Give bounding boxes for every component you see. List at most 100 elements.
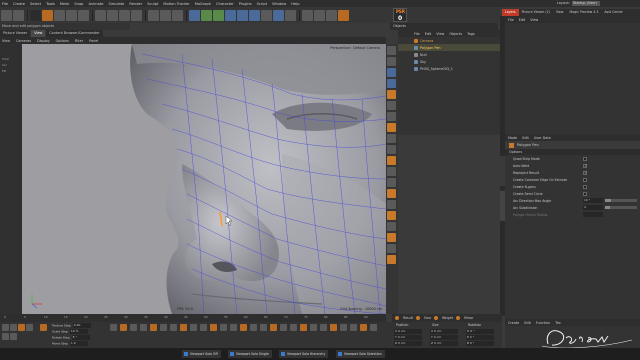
size-z-field[interactable]: Z 0 cm [430,341,458,346]
preset-icon-15[interactable] [250,324,257,331]
plugin-icon-9[interactable] [387,222,396,231]
preset-icon-12[interactable] [220,324,227,331]
om-menu-file[interactable]: File [414,32,420,36]
position-x-field[interactable]: X 0 cm [394,329,422,334]
tool-preset-icon[interactable] [40,324,47,331]
axis-mode-icon[interactable] [387,112,396,121]
preset-icon-27[interactable] [370,324,377,331]
cube-icon[interactable] [189,9,200,21]
coordinate-system-icon[interactable] [131,9,142,21]
menu-plugins[interactable]: Plugins [239,2,252,6]
rotation-b-field[interactable]: B 0 ° [466,341,494,346]
texture-mode-icon[interactable] [387,57,396,66]
edges-mode-icon[interactable] [387,79,396,88]
option-create-semi-circle[interactable]: Create Semi Circle [505,190,640,197]
viewport-menu-panel[interactable]: Panel [89,39,98,43]
viewport-solo-selection-button[interactable]: Viewport Solo Selection [336,350,385,358]
uv-mode-icon[interactable] [387,101,396,110]
layers-menu-view[interactable]: View [530,18,538,22]
viewport-menu-display[interactable]: Display [37,39,50,43]
preset-icon-1[interactable] [110,324,117,331]
mirror-toggle[interactable]: Mirror [464,316,473,320]
tab-layers[interactable]: Layers [502,9,519,16]
auto-weld-checkbox[interactable] [583,163,587,168]
plugin-icon-12[interactable] [387,255,396,264]
recent-tool-icon[interactable] [78,9,89,21]
texture-step-field[interactable]: Texture Step 0.00 [52,323,91,328]
menu-tools[interactable]: Tools [46,2,55,6]
quad-strip-checkbox[interactable] [583,156,587,161]
preset-icon-2[interactable] [120,324,127,331]
arc-direction-field[interactable]: 10 ° [583,198,603,203]
subdivision-surface-icon[interactable] [201,9,212,21]
semi-circle-checkbox[interactable] [583,191,587,196]
plugin-icon-5[interactable] [387,178,396,187]
menu-window[interactable]: Window [272,2,286,6]
am-menu-edit[interactable]: Edit [522,136,529,140]
om-menu-tags[interactable]: Tags [467,32,475,36]
preset-icon-16[interactable] [260,324,267,331]
option-quad-strip-mode[interactable]: Quad Strip Mode [505,155,640,162]
arc-subdivision-slider[interactable] [605,206,637,209]
size-x-field[interactable]: X 0 cm [430,329,458,334]
option-reproject-result[interactable]: Reproject Result [505,169,640,176]
spline-icon[interactable] [225,9,236,21]
light-icon[interactable] [285,9,296,21]
viewport-solo-off-button[interactable]: Viewport Solo Off [182,350,221,358]
move-step-value[interactable]: 1.0 [69,341,88,346]
cameron-edge-checkbox[interactable] [583,177,587,182]
layers-menu-file[interactable]: File [508,18,514,22]
tab-content-browser[interactable]: Content Browser/Commander [46,30,103,37]
preset-icon-3[interactable] [130,324,137,331]
layout-dropdown[interactable]: Startup (User) [572,0,600,6]
ngons-checkbox[interactable] [583,184,587,189]
menu-help[interactable]: Help [291,2,299,6]
preset-icon-24[interactable] [340,324,347,331]
lock-workplane-icon[interactable] [387,145,396,154]
menu-simulate[interactable]: Simulate [109,2,125,6]
3d-viewport[interactable]: Perspective : Default Camera FPS: 50.0 G… [22,44,386,314]
viewport-solo-single-button[interactable]: Viewport Solo Single [228,350,272,358]
move-icon[interactable] [42,9,53,21]
preset-icon-18[interactable] [280,324,287,331]
scale-step-field[interactable]: Scale Step 10 % [52,329,88,334]
weight-toggle[interactable]: Weight [442,316,453,320]
om-menu-view[interactable]: View [436,32,444,36]
plugin-icon-2[interactable] [314,9,325,21]
object-row-null[interactable]: Null [398,51,500,58]
preset-icon-19[interactable] [290,324,297,331]
tab-magic-preview[interactable]: Magic Preview 4.3 [566,9,601,16]
om-menu-edit[interactable]: Edit [425,32,432,36]
polygons-mode-icon[interactable] [387,90,396,99]
result-toggle[interactable]: Result [403,316,413,320]
viewport-menu-filter[interactable]: Filter [75,39,83,43]
menu-select[interactable]: Select [30,2,41,6]
preset-icon-6[interactable] [160,324,167,331]
rotate-step-field[interactable]: Rotate Step 5 ° [52,335,90,340]
menu-snap[interactable]: Snap [74,2,83,6]
viewport-menu-view[interactable]: View [2,39,10,43]
plugin-icon-8[interactable] [387,211,396,220]
mm-menu-edit[interactable]: Edit [524,321,531,325]
object-row-sphere[interactable]: PHSS_Sphere003_1 [398,65,500,72]
render-view-icon[interactable] [148,9,159,21]
am-menu-user-data[interactable]: User Data [534,136,551,140]
next-frame-icon[interactable] [26,324,33,331]
option-arc-direction[interactable]: Arc Direction Max Angle 10 ° [505,197,640,204]
menu-file[interactable]: File [2,2,8,6]
play-icon[interactable] [18,324,25,331]
preset-icon-11[interactable] [210,324,217,331]
viewport-menu-cameras[interactable]: Cameras [16,39,31,43]
points-mode-icon[interactable] [387,68,396,77]
y-axis-icon[interactable] [107,9,118,21]
tab-picture-viewer[interactable]: Picture Viewer (2) [519,9,553,16]
menu-mograph[interactable]: MoGraph [195,2,211,6]
om-menu-objects[interactable]: Objects [449,32,462,36]
object-row-sky[interactable]: Sky [398,58,500,65]
arc-direction-slider[interactable] [605,199,637,202]
psr-indicator[interactable]: PSR 0 [393,8,407,22]
position-z-field[interactable]: Z 0 cm [394,341,422,346]
solo-icon[interactable] [387,156,396,165]
rotate-step-value[interactable]: 5 ° [71,335,90,340]
plugin-icon-6[interactable] [387,189,396,198]
